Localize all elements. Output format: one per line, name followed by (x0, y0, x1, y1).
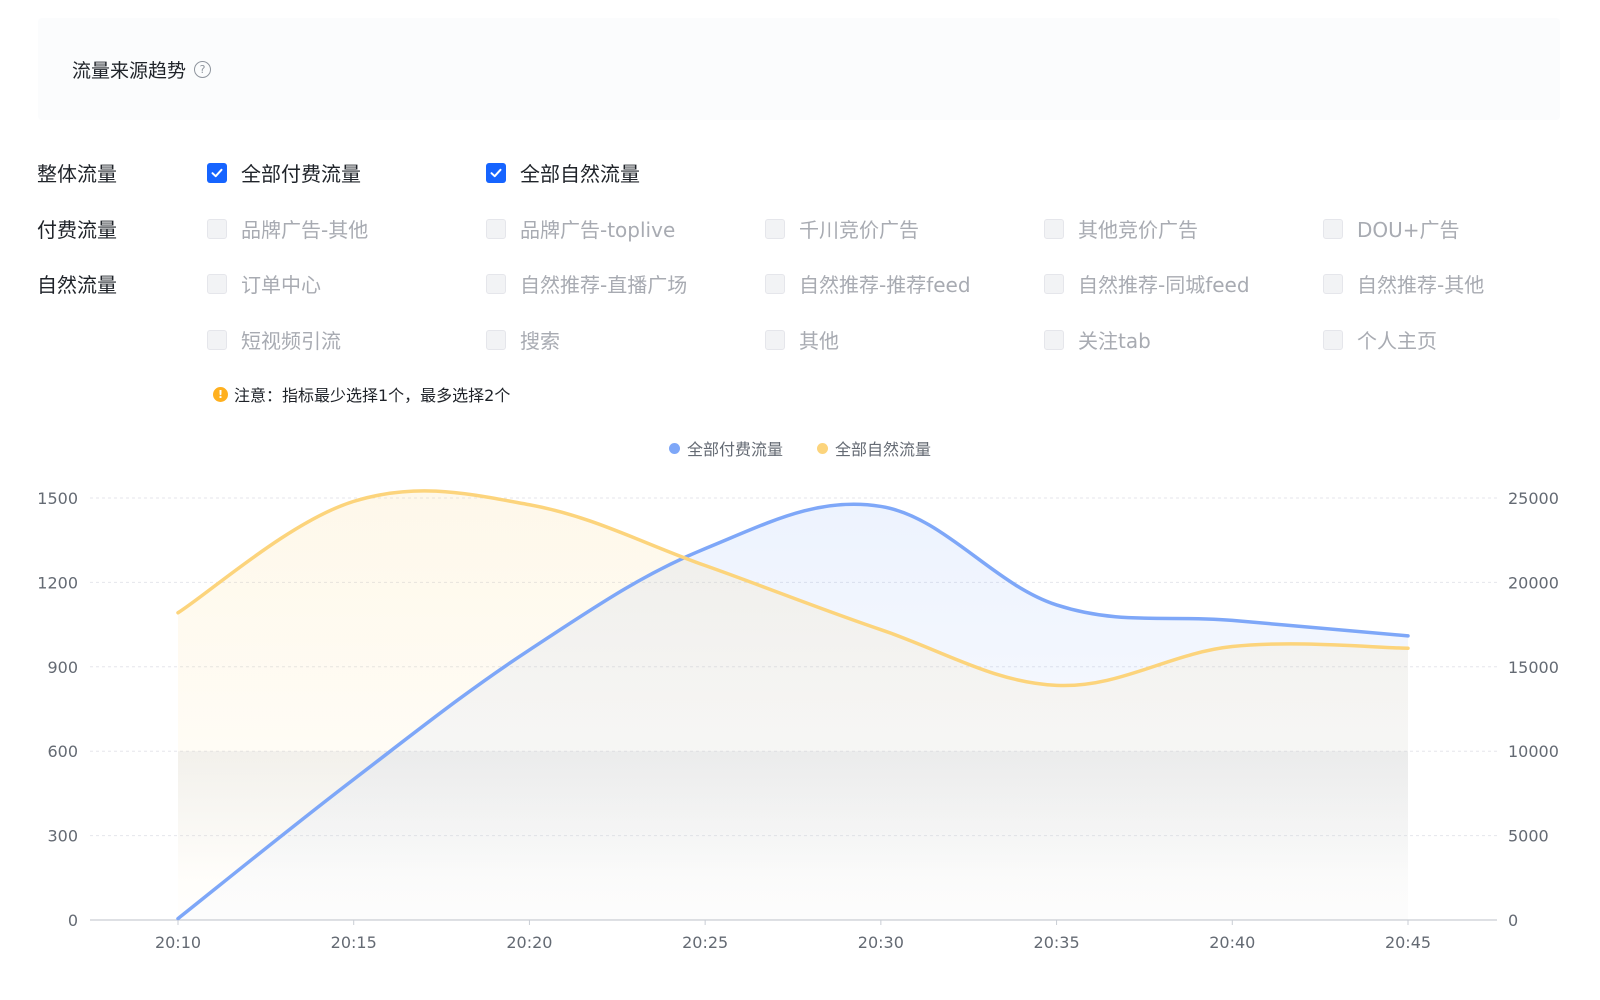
checkbox-unchecked[interactable] (1044, 273, 1064, 294)
filter-row-label: 自然流量 (37, 273, 117, 297)
filter-option[interactable]: 自然推荐-同城feed (1044, 269, 1250, 298)
page-title-text: 流量来源趋势 (72, 60, 187, 82)
y-left-tick-label: 1200 (37, 573, 78, 592)
x-tick-label: 20:35 (1034, 933, 1080, 952)
checkbox-unchecked[interactable] (765, 218, 785, 239)
checkbox-unchecked[interactable] (486, 329, 506, 350)
filter-option[interactable]: 品牌广告-其他 (207, 214, 368, 243)
x-tick-label: 20:10 (155, 933, 201, 952)
checkbox-unchecked[interactable] (207, 329, 227, 350)
filter-option-label: 千川竞价广告 (799, 218, 919, 242)
help-icon[interactable]: ? (194, 61, 212, 78)
y-right-tick-label: 10000 (1508, 742, 1559, 761)
filter-row-label: 整体流量 (37, 162, 117, 186)
legend-dot-paid (668, 442, 680, 454)
y-left-tick-label: 900 (47, 658, 78, 677)
filter-option[interactable]: DOU+广告 (1323, 214, 1460, 243)
filter-option[interactable]: 品牌广告-toplive (486, 214, 675, 243)
filter-option[interactable]: 其他竞价广告 (1044, 214, 1198, 243)
filter-option[interactable]: 其他 (765, 325, 839, 354)
filter-option-label: 品牌广告-其他 (241, 218, 369, 242)
y-right-tick-label: 20000 (1508, 573, 1559, 592)
filter-option[interactable]: 个人主页 (1323, 325, 1437, 354)
checkbox-unchecked[interactable] (1323, 273, 1343, 294)
x-tick-label: 20:40 (1209, 933, 1255, 952)
filter-option[interactable]: 自然推荐-其他 (1323, 269, 1484, 298)
y-left-tick-label: 1500 (37, 489, 78, 508)
filter-option[interactable]: 全部自然流量 (486, 158, 640, 187)
checkbox-unchecked[interactable] (1323, 329, 1343, 350)
page-title: 流量来源趋势 ? (72, 56, 212, 83)
x-tick-label: 20:15 (331, 933, 377, 952)
y-left-tick-label: 300 (47, 827, 78, 846)
filter-option-label: 其他竞价广告 (1078, 218, 1198, 242)
legend-item-natural[interactable]: 全部自然流量 (817, 436, 931, 460)
filter-option-label: DOU+广告 (1357, 218, 1460, 242)
filter-option[interactable]: 全部付费流量 (207, 158, 361, 187)
filter-option-label: 自然推荐-其他 (1357, 273, 1485, 297)
checkbox-unchecked[interactable] (1323, 218, 1343, 239)
checkbox-unchecked[interactable] (1044, 329, 1064, 350)
chart-legend: 全部付费流量 全部自然流量 (0, 436, 1600, 460)
filter-option-label: 其他 (799, 329, 839, 353)
x-tick-label: 20:45 (1385, 933, 1431, 952)
filter-option-label: 短视频引流 (241, 329, 341, 353)
filter-option-label: 个人主页 (1357, 329, 1437, 353)
y-right-tick-label: 25000 (1508, 489, 1559, 508)
y-right-tick-label: 0 (1508, 911, 1518, 930)
checkbox-unchecked[interactable] (1044, 218, 1064, 239)
filter-option-label: 自然推荐-直播广场 (520, 273, 688, 297)
filter-option-label: 关注tab (1078, 329, 1151, 353)
y-left-tick-label: 600 (47, 742, 78, 761)
checkbox-unchecked[interactable] (765, 329, 785, 350)
filter-option[interactable]: 订单中心 (207, 269, 321, 298)
filter-option-label: 自然推荐-同城feed (1078, 273, 1250, 297)
selection-notice: ! 注意：指标最少选择1个，最多选择2个 (213, 382, 510, 406)
y-left-tick-label: 0 (68, 911, 78, 930)
filter-option-label: 自然推荐-推荐feed (799, 273, 971, 297)
checkbox-unchecked[interactable] (765, 273, 785, 294)
legend-dot-natural (817, 442, 828, 454)
y-right-tick-label: 5000 (1508, 827, 1549, 846)
checkbox-unchecked[interactable] (486, 273, 506, 294)
filter-option[interactable]: 关注tab (1044, 325, 1151, 354)
checkbox-unchecked[interactable] (207, 218, 227, 239)
filter-row-label: 付费流量 (37, 218, 117, 242)
warning-icon: ! (213, 386, 228, 402)
header-bar (38, 18, 1560, 120)
filter-option-label: 搜索 (520, 329, 560, 353)
checkbox-unchecked[interactable] (486, 218, 506, 239)
legend-label-paid: 全部付费流量 (686, 440, 783, 459)
checkbox-checked[interactable] (207, 162, 227, 183)
checkbox-unchecked[interactable] (207, 273, 227, 294)
filter-option-label: 品牌广告-toplive (520, 218, 676, 242)
checkbox-checked[interactable] (486, 162, 506, 183)
checkmark-icon (211, 168, 223, 177)
traffic-trend-chart: 0300600900120015000500010000150002000025… (37, 489, 1559, 952)
filter-option[interactable]: 自然推荐-直播广场 (486, 269, 687, 298)
filter-option[interactable]: 自然推荐-推荐feed (765, 269, 971, 298)
checkmark-icon (490, 168, 502, 177)
filter-option[interactable]: 短视频引流 (207, 325, 341, 354)
x-tick-label: 20:25 (682, 933, 728, 952)
filter-option-label: 全部付费流量 (241, 162, 361, 186)
y-right-tick-label: 15000 (1508, 658, 1559, 677)
notice-text: 注意：指标最少选择1个，最多选择2个 (234, 386, 511, 405)
x-tick-label: 20:20 (506, 933, 552, 952)
legend-label-natural: 全部自然流量 (835, 440, 932, 459)
filter-option[interactable]: 千川竞价广告 (765, 214, 919, 243)
filter-option-label: 订单中心 (241, 273, 321, 297)
filter-option-label: 全部自然流量 (520, 162, 640, 186)
legend-item-paid[interactable]: 全部付费流量 (668, 436, 783, 460)
x-tick-label: 20:30 (858, 933, 904, 952)
filter-option[interactable]: 搜索 (486, 325, 560, 354)
